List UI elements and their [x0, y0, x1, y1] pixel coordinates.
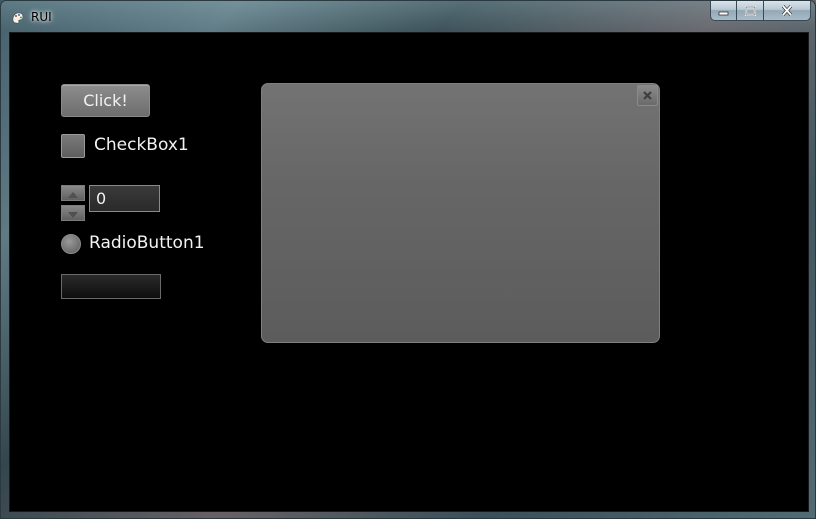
text-field[interactable]: [61, 274, 161, 299]
maximize-button[interactable]: [737, 1, 764, 21]
window-frame: RUI Click! CheckBox1 0 RadioButton1: [0, 0, 816, 519]
minimize-button[interactable]: [710, 1, 737, 21]
close-icon: [781, 1, 793, 20]
click-button[interactable]: Click!: [61, 84, 150, 117]
title-bar[interactable]: RUI: [1, 1, 816, 33]
floating-panel[interactable]: [261, 83, 660, 343]
close-icon: [642, 86, 653, 105]
client-area: Click! CheckBox1 0 RadioButton1: [9, 32, 809, 512]
triangle-up-icon: [67, 184, 79, 203]
triangle-down-icon: [67, 204, 79, 223]
window-title: RUI: [31, 10, 52, 24]
maximize-icon: [744, 1, 756, 20]
radio-button-1-label[interactable]: RadioButton1: [89, 233, 205, 253]
checkbox-1[interactable]: [61, 134, 85, 158]
close-button[interactable]: [764, 1, 811, 21]
caption-buttons: [710, 1, 811, 22]
checkbox-1-label[interactable]: CheckBox1: [94, 135, 189, 155]
spinner-down-button[interactable]: [61, 205, 85, 221]
paint-palette-icon[interactable]: [11, 10, 25, 24]
radio-button-1[interactable]: [61, 234, 81, 254]
minimize-icon: [718, 1, 729, 20]
spinner-value-field[interactable]: 0: [89, 185, 160, 212]
panel-close-button[interactable]: [637, 85, 658, 106]
spinner-up-button[interactable]: [61, 185, 85, 201]
